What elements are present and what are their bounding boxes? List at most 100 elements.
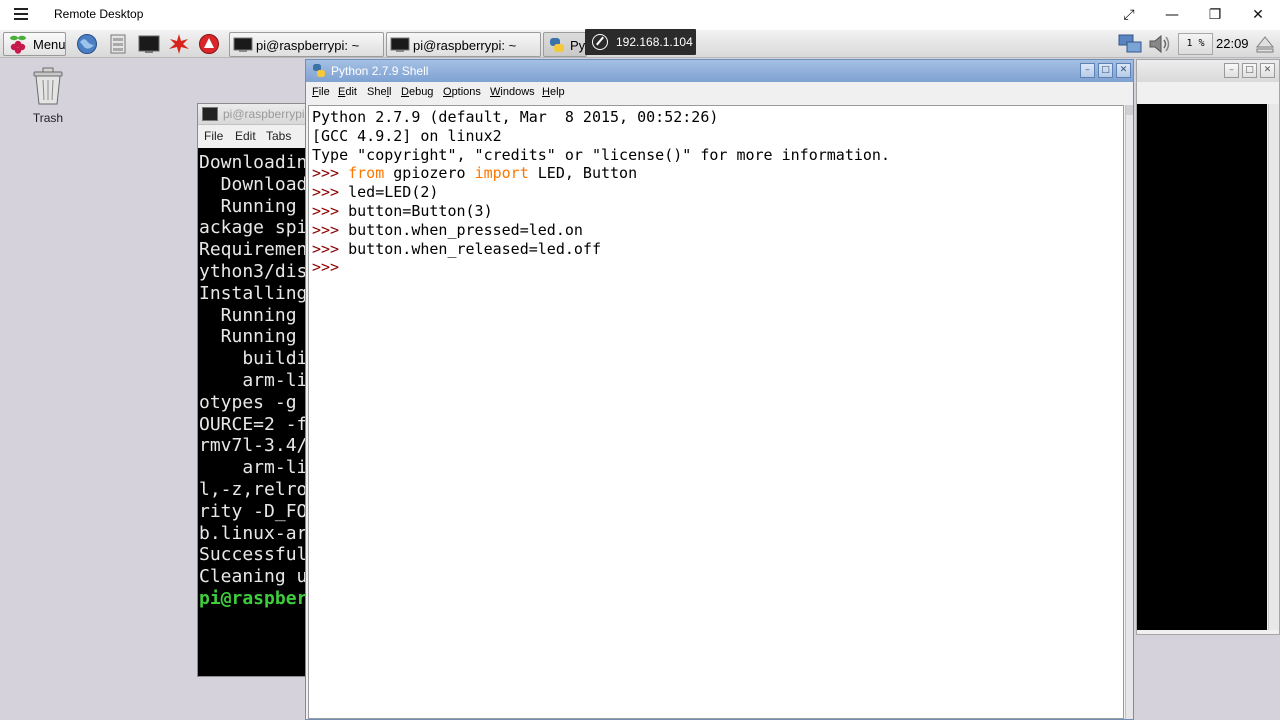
menu-options[interactable]: Options xyxy=(443,86,481,98)
menu-file[interactable]: File xyxy=(312,86,330,98)
keyword: import xyxy=(474,164,529,183)
terminal-line: Successful xyxy=(199,544,308,566)
taskbar-terminal-2[interactable]: pi@raspberrypi: ~ xyxy=(386,32,541,57)
terminal-line: Running xyxy=(199,326,297,348)
code-text: gpiozero xyxy=(384,164,475,183)
mathematica-icon[interactable] xyxy=(167,33,191,55)
terminal-line: b.linux-ar xyxy=(199,522,308,544)
maximize-icon[interactable]: □ xyxy=(1242,63,1257,78)
web-browser-icon[interactable] xyxy=(75,33,99,55)
shell-prompt: >>> xyxy=(312,239,340,258)
taskbar-label: pi@raspberrypi: ~ xyxy=(256,38,360,53)
terminal-line: OURCE=2 -f xyxy=(199,413,308,435)
banner-line: Type "copyright", "credits" or "license(… xyxy=(312,145,890,164)
taskbar-python-shell[interactable]: Py xyxy=(543,32,587,57)
command-line: >>> from gpiozero import LED, Button xyxy=(312,164,1123,183)
minimize-button[interactable]: — xyxy=(1162,5,1182,25)
terminal-line: arm-li xyxy=(199,457,308,479)
python-shell-menubar: File Edit Shell Debug Options Windows He… xyxy=(306,82,1133,104)
menu-button[interactable]: Menu xyxy=(3,32,66,56)
fullscreen-icon[interactable]: ⤢ xyxy=(1119,5,1139,25)
minimize-icon[interactable]: – xyxy=(1080,63,1095,78)
terminal-icon xyxy=(202,107,218,121)
terminal-line: otypes -g xyxy=(199,391,297,413)
vertical-scrollbar[interactable] xyxy=(1268,104,1279,630)
command-line: >>> led=LED(2) xyxy=(312,183,1123,202)
terminal-line: Cleaning u xyxy=(199,566,308,588)
terminal-line: Download xyxy=(199,173,308,195)
trash-label: Trash xyxy=(32,111,64,125)
python-shell-editor[interactable]: Python 2.7.9 (default, Mar 8 2015, 00:52… xyxy=(308,105,1124,719)
shell-prompt: >>> xyxy=(312,201,340,220)
cpu-monitor[interactable]: 1 % xyxy=(1178,33,1213,55)
network-icon[interactable] xyxy=(1117,33,1143,55)
terminal-line: rity -D_FO xyxy=(199,500,308,522)
menu-shell[interactable]: Shell xyxy=(367,86,391,98)
menu-windows[interactable]: Windows xyxy=(490,86,535,98)
shell-prompt: >>> xyxy=(312,183,340,202)
menu-edit[interactable]: Edit xyxy=(338,86,357,98)
host-titlebar: Remote Desktop ⤢ — ❐ ✕ xyxy=(0,0,1280,30)
terminal-icon xyxy=(390,37,410,52)
terminal-line: rmv7l-3.4/ xyxy=(199,435,308,457)
eject-icon[interactable] xyxy=(1254,34,1276,54)
terminal-menu-file[interactable]: File xyxy=(204,129,223,143)
menu-label: Menu xyxy=(33,37,66,52)
banner-line: [GCC 4.9.2] on linux2 xyxy=(312,126,502,145)
background-window-content[interactable] xyxy=(1137,104,1267,630)
remote-connection-bar[interactable]: 192.168.1.104 xyxy=(585,29,696,55)
background-window-titlebar[interactable]: – □ ✕ xyxy=(1137,60,1279,82)
restore-button[interactable]: ❐ xyxy=(1205,5,1225,25)
maximize-icon[interactable]: □ xyxy=(1098,63,1113,78)
file-manager-icon[interactable] xyxy=(106,33,130,55)
hamburger-menu-icon[interactable] xyxy=(14,8,28,20)
command-line: >>> button.when_pressed=led.on xyxy=(312,221,1123,240)
host-window-title: Remote Desktop xyxy=(54,7,144,21)
volume-icon[interactable] xyxy=(1147,33,1173,55)
terminal-menu-edit[interactable]: Edit xyxy=(235,129,256,143)
terminal-titlebar[interactable]: pi@raspberrypi xyxy=(198,104,308,125)
close-icon[interactable]: ✕ xyxy=(1260,63,1275,78)
shell-prompt: >>> xyxy=(312,164,340,183)
menu-help[interactable]: Help xyxy=(542,86,565,98)
shell-prompt: >>> xyxy=(312,220,340,239)
terminal-launcher-icon[interactable] xyxy=(137,33,161,55)
terminal-menu-tabs[interactable]: Tabs xyxy=(266,129,291,143)
command-line[interactable]: >>> xyxy=(312,258,1123,277)
keyword: from xyxy=(348,164,385,183)
terminal-title: pi@raspberrypi xyxy=(223,107,305,121)
close-button[interactable]: ✕ xyxy=(1248,5,1268,25)
raspberry-icon xyxy=(10,35,26,54)
terminal-output[interactable]: Downloading Download Running ackage spi Re… xyxy=(198,148,308,676)
terminal-prompt: pi@raspber xyxy=(199,587,308,609)
terminal-menubar: File Edit Tabs xyxy=(198,125,308,147)
remote-ip-address: 192.168.1.104 xyxy=(616,35,693,49)
vertical-scrollbar[interactable] xyxy=(1125,105,1133,719)
connection-icon xyxy=(592,34,608,50)
terminal-line: Running xyxy=(199,195,297,217)
terminal-line: Running xyxy=(199,304,297,326)
python-shell-window[interactable]: Python 2.7.9 Shell – □ ✕ File Edit Shell… xyxy=(305,59,1134,720)
trash-icon xyxy=(33,67,63,105)
code-text: button.when_released=led.off xyxy=(348,239,601,258)
desktop-trash[interactable]: Trash xyxy=(22,66,74,125)
terminal-line: ython3/dis xyxy=(199,260,308,282)
minimize-icon[interactable]: – xyxy=(1224,63,1239,78)
python-icon xyxy=(313,64,325,77)
wolfram-icon[interactable] xyxy=(197,33,221,55)
code-text: button.when_pressed=led.on xyxy=(348,220,583,239)
code-text: led=LED(2) xyxy=(348,183,439,202)
terminal-icon xyxy=(233,37,253,52)
clock[interactable]: 22:09 xyxy=(1216,36,1249,51)
terminal-window[interactable]: pi@raspberrypi File Edit Tabs Downloadin… xyxy=(197,103,309,677)
terminal-line: arm-li xyxy=(199,369,308,391)
shell-prompt: >>> xyxy=(312,258,340,277)
banner-line: Python 2.7.9 (default, Mar 8 2015, 00:52… xyxy=(312,108,719,126)
taskbar-terminal-1[interactable]: pi@raspberrypi: ~ xyxy=(229,32,384,57)
python-icon xyxy=(550,38,564,52)
menu-debug[interactable]: Debug xyxy=(401,86,433,98)
close-icon[interactable]: ✕ xyxy=(1116,63,1131,78)
terminal-line: ackage spi xyxy=(199,217,308,239)
python-shell-titlebar[interactable]: Python 2.7.9 Shell – □ ✕ xyxy=(306,60,1133,82)
background-window[interactable]: – □ ✕ xyxy=(1136,59,1280,635)
